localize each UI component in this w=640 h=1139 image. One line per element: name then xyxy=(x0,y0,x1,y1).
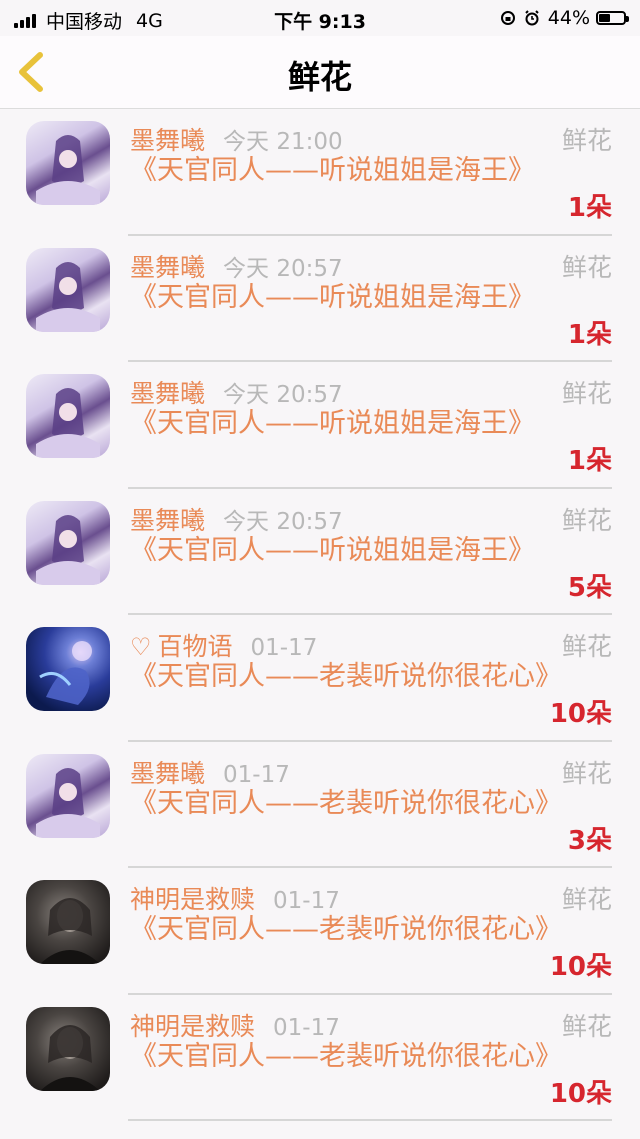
sender-name[interactable]: 墨舞曦 xyxy=(130,506,205,535)
timestamp: 01-17 xyxy=(250,635,318,661)
flower-count: 1朵 xyxy=(567,193,612,223)
flower-record-list: 墨舞曦 今天 21:00 鲜花 《天官同人——听说姐姐是海王》 1朵 墨舞曦 今天 … xyxy=(0,109,640,1121)
category-label: 鲜花 xyxy=(561,379,612,408)
work-title-link[interactable]: 《天官同人——老裴听说你很花心》 xyxy=(130,787,562,820)
avatar[interactable] xyxy=(26,627,110,711)
timestamp: 今天 20:57 xyxy=(223,508,343,535)
list-item[interactable]: 神明是救赎 01-17 鲜花 《天官同人——老裴听说你很花心》 10朵 xyxy=(0,995,640,1121)
flower-count: 10朵 xyxy=(549,699,612,729)
timestamp: 今天 20:57 xyxy=(223,382,343,408)
list-item[interactable]: 墨舞曦 今天 21:00 鲜花 《天官同人——听说姐姐是海王》 1朵 xyxy=(0,109,640,236)
work-title-link[interactable]: 《天官同人——听说姐姐是海王》 xyxy=(130,407,542,440)
avatar[interactable] xyxy=(26,1006,110,1091)
avatar[interactable] xyxy=(26,121,110,205)
list-item[interactable]: ♡ 百物语 01-17 鲜花 《天官同人——老裴听说你很花心》 10朵 xyxy=(0,615,640,742)
sender-name[interactable]: 墨舞曦 xyxy=(130,379,205,408)
avatar[interactable] xyxy=(26,500,110,585)
work-title-link[interactable]: 《天官同人——老裴听说你很花心》 xyxy=(130,913,562,946)
list-item[interactable]: 墨舞曦 今天 20:57 鲜花 《天官同人——听说姐姐是海王》 5朵 xyxy=(0,489,640,615)
flower-count: 10朵 xyxy=(549,952,612,982)
sender-name[interactable]: 百物语 xyxy=(158,632,233,661)
sender-name[interactable]: 墨舞曦 xyxy=(130,759,205,788)
list-item[interactable]: 墨舞曦 今天 20:57 鲜花 《天官同人——听说姐姐是海王》 1朵 xyxy=(0,236,640,362)
avatar[interactable] xyxy=(26,880,110,964)
work-title-link[interactable]: 《天官同人——听说姐姐是海王》 xyxy=(130,281,542,314)
category-label: 鲜花 xyxy=(561,505,612,535)
avatar[interactable] xyxy=(26,247,110,332)
flower-count: 1朵 xyxy=(567,446,612,476)
battery-percent: 44% xyxy=(547,7,590,29)
timestamp: 01-17 xyxy=(273,888,340,914)
flower-count: 5朵 xyxy=(567,572,612,603)
category-label: 鲜花 xyxy=(561,126,612,155)
navigation-bar: 鲜花 xyxy=(0,36,640,109)
sender-name[interactable]: 墨舞曦 xyxy=(130,253,205,282)
sender-name[interactable]: 墨舞曦 xyxy=(130,126,205,155)
timestamp: 今天 21:00 xyxy=(223,129,343,155)
timestamp: 01-17 xyxy=(273,1014,340,1041)
sender-name[interactable]: 神明是救赎 xyxy=(130,1012,255,1041)
battery-icon xyxy=(596,11,629,25)
flower-count: 10朵 xyxy=(549,1078,612,1109)
alarm-icon xyxy=(525,10,539,26)
avatar[interactable] xyxy=(26,753,110,838)
category-label: 鲜花 xyxy=(561,252,612,282)
list-item[interactable]: 墨舞曦 01-17 鲜花 《天官同人——老裴听说你很花心》 3朵 xyxy=(0,742,640,868)
flower-count: 3朵 xyxy=(567,825,612,856)
avatar[interactable] xyxy=(26,374,110,458)
work-title-link[interactable]: 《天官同人——听说姐姐是海王》 xyxy=(130,154,542,187)
category-label: 鲜花 xyxy=(561,885,612,914)
list-item[interactable]: 墨舞曦 今天 20:57 鲜花 《天官同人——听说姐姐是海王》 1朵 xyxy=(0,362,640,489)
category-label: 鲜花 xyxy=(561,1011,612,1041)
work-title-link[interactable]: 《天官同人——老裴听说你很花心》 xyxy=(130,1040,562,1073)
timestamp: 01-17 xyxy=(223,761,290,788)
flower-count: 1朵 xyxy=(567,319,612,350)
category-label: 鲜花 xyxy=(561,758,612,788)
status-bar: 中国移动 4G 下午 9:13 44% xyxy=(0,0,640,36)
work-title-link[interactable]: 《天官同人——老裴听说你很花心》 xyxy=(130,660,562,693)
work-title-link[interactable]: 《天官同人——听说姐姐是海王》 xyxy=(130,534,542,567)
heart-icon: ♡ xyxy=(130,633,152,661)
timestamp: 今天 20:57 xyxy=(223,255,343,282)
page-title: 鲜花 xyxy=(287,58,352,96)
list-item[interactable]: 神明是救赎 01-17 鲜花 《天官同人——老裴听说你很花心》 10朵 xyxy=(0,868,640,995)
category-label: 鲜花 xyxy=(561,632,612,661)
rotation-lock-icon xyxy=(500,11,515,25)
sender-name[interactable]: 神明是救赎 xyxy=(130,885,255,914)
divider xyxy=(128,1119,612,1121)
